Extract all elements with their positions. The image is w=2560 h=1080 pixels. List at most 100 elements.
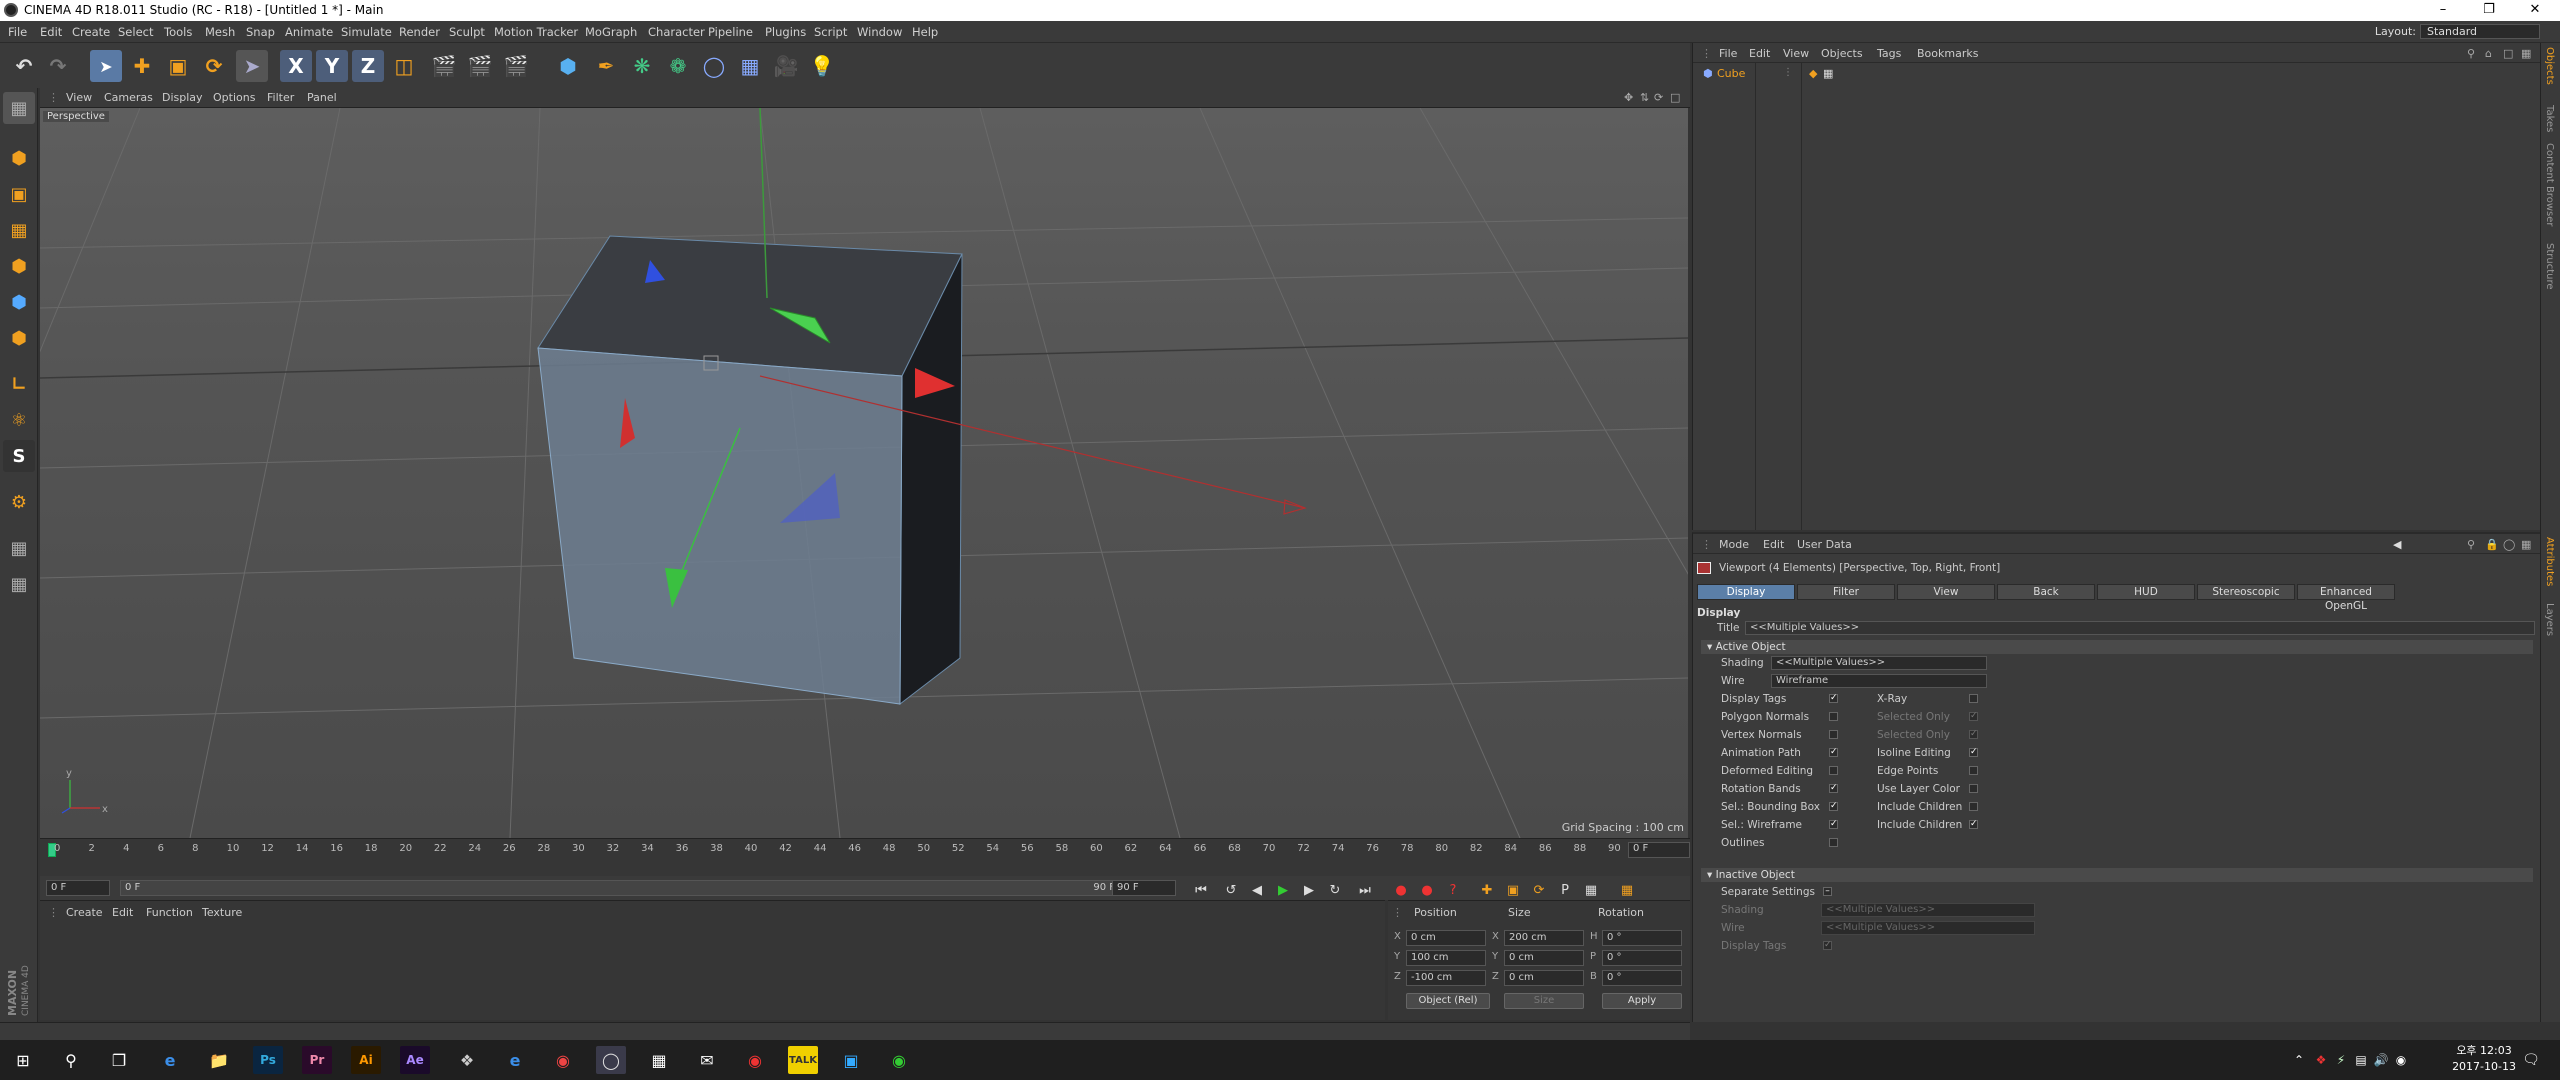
tab-enhanced-opengl[interactable]: Enhanced OpenGL	[2297, 584, 2395, 612]
menu-sculpt[interactable]: Sculpt	[449, 25, 485, 39]
autokeying-icon[interactable]: ●	[1416, 880, 1438, 900]
x-axis-lock-icon[interactable]: X	[280, 50, 312, 82]
axis-mode-icon[interactable]: ∟	[3, 368, 35, 400]
light-icon[interactable]: 💡	[806, 50, 838, 82]
kakaotalk-icon[interactable]: TALK	[788, 1046, 818, 1074]
position-x-field[interactable]: 0 cm	[1406, 930, 1486, 946]
app-bird-icon[interactable]: ❖	[452, 1046, 482, 1074]
recent-tool-icon[interactable]: ➤	[236, 50, 268, 82]
option-checkbox[interactable]	[1969, 694, 1978, 703]
shading-dropdown[interactable]: <<Multiple Values>>	[1771, 656, 1987, 670]
menu-tools[interactable]: Tools	[164, 25, 192, 39]
strip-tab-layers[interactable]: Layers	[2544, 603, 2555, 636]
option-checkbox[interactable]	[1829, 766, 1838, 775]
attribute-panel-icon[interactable]: ▦	[2521, 538, 2531, 551]
wire-dropdown[interactable]: Wireframe	[1771, 674, 1987, 688]
previous-key-icon[interactable]: ↺	[1220, 880, 1242, 900]
object-menu-edit[interactable]: Edit	[1749, 47, 1770, 60]
tab-stereoscopic[interactable]: Stereoscopic	[2197, 584, 2295, 600]
option-checkbox[interactable]: ✓	[1829, 694, 1838, 703]
object-panel-icon[interactable]: ▦	[2521, 47, 2531, 60]
texture-tag-icon[interactable]: ▦	[1823, 67, 1833, 80]
tab-view[interactable]: View	[1897, 584, 1995, 600]
material-menu-edit[interactable]: Edit	[112, 906, 133, 919]
menu-mesh[interactable]: Mesh	[205, 25, 235, 39]
record-active-objects-icon[interactable]: ●	[1390, 880, 1412, 900]
size-z-field[interactable]: 0 cm	[1504, 970, 1584, 986]
menu-window[interactable]: Window	[857, 25, 902, 39]
soft-selection-icon[interactable]: ⚙	[3, 486, 35, 518]
previous-frame-icon[interactable]: ◀	[1246, 880, 1268, 900]
menu-edit[interactable]: Edit	[40, 25, 62, 39]
inactive-wire-dropdown[interactable]: <<Multiple Values>>	[1821, 921, 2035, 935]
tab-filter[interactable]: Filter	[1797, 584, 1895, 600]
timeline-ruler[interactable]: 0 2 4 6 8 10 12 14 16 18 20 22 24 26 28 30 32 34 36 38 40 42 4…	[40, 838, 1690, 876]
title-field[interactable]: <<Multiple Values>>	[1745, 621, 2535, 635]
edge-browser-icon[interactable]: e	[155, 1046, 185, 1074]
close-button[interactable]: ✕	[2512, 0, 2558, 21]
record-parameter-icon[interactable]: P	[1554, 880, 1576, 900]
size-x-field[interactable]: 200 cm	[1504, 930, 1584, 946]
menu-plugins[interactable]: Plugins	[765, 25, 806, 39]
apply-button[interactable]: Apply	[1602, 993, 1682, 1009]
record-pla-icon[interactable]: ▦	[1580, 880, 1602, 900]
rotation-h-field[interactable]: 0 °	[1602, 930, 1682, 946]
object-new-view-icon[interactable]: □	[2503, 47, 2513, 60]
inactive-object-section[interactable]: ▾ Inactive Object	[1701, 868, 2533, 882]
move-icon[interactable]: ✚	[126, 50, 158, 82]
record-scale-icon[interactable]: ▣	[1502, 880, 1524, 900]
coordinate-system-icon[interactable]: ◫	[388, 50, 420, 82]
menu-mograph[interactable]: MoGraph	[585, 25, 637, 39]
wechat-icon[interactable]: ◉	[884, 1046, 914, 1074]
material-menu-create[interactable]: Create	[66, 906, 103, 919]
point-mode-icon[interactable]: ⬢	[3, 250, 35, 282]
option-checkbox[interactable]: ✓	[1969, 712, 1978, 721]
attribute-menu-edit[interactable]: Edit	[1763, 538, 1784, 551]
keyframe-selection-icon[interactable]: ?	[1442, 880, 1464, 900]
tab-hud[interactable]: HUD	[2097, 584, 2195, 600]
phong-tag-icon[interactable]: ◆	[1809, 67, 1817, 80]
start-windows-icon[interactable]: ⊞	[8, 1046, 38, 1074]
separate-settings-checkbox[interactable]: –	[1823, 887, 1832, 896]
strip-tab-structure[interactable]: Structure	[2544, 243, 2555, 290]
task-view-icon[interactable]: ❐	[104, 1046, 134, 1074]
menu-create[interactable]: Create	[72, 25, 110, 39]
option-checkbox[interactable]: ✓	[1969, 730, 1978, 739]
layout-selector[interactable]: Layout: Standard	[2375, 24, 2540, 39]
rotate-icon[interactable]: ⟳	[198, 50, 230, 82]
make-editable-icon[interactable]: ▦	[3, 92, 35, 124]
undo-icon[interactable]: ↶	[8, 50, 40, 82]
rotation-p-field[interactable]: 0 °	[1602, 950, 1682, 966]
option-checkbox[interactable]: ✓	[1829, 748, 1838, 757]
floor-icon[interactable]: ▦	[734, 50, 766, 82]
tab-display[interactable]: Display	[1697, 584, 1795, 600]
option-checkbox[interactable]	[1829, 712, 1838, 721]
inactive-display-tags-checkbox[interactable]: ✓	[1823, 941, 1832, 950]
position-y-field[interactable]: 100 cm	[1406, 950, 1486, 966]
edge-mode-icon[interactable]: ⬢	[3, 286, 35, 318]
material-menu-function[interactable]: Function	[146, 906, 193, 919]
active-object-section[interactable]: ▾ Active Object	[1701, 640, 2533, 654]
strip-tab-attributes[interactable]: Attributes	[2544, 537, 2555, 586]
current-frame-field[interactable]: 0 F	[1628, 842, 1690, 858]
menu-file[interactable]: File	[8, 25, 27, 39]
viewport-perspective[interactable]: y x Perspective Grid Spacing : 100 cm	[40, 108, 1688, 838]
polygon-mode-icon[interactable]: ⬢	[3, 322, 35, 354]
viewport-menu-display[interactable]: Display	[162, 91, 203, 104]
attribute-menu-mode[interactable]: Mode	[1719, 538, 1749, 551]
chrome-icon[interactable]: ◉	[548, 1046, 578, 1074]
menu-simulate[interactable]: Simulate	[341, 25, 392, 39]
search-icon[interactable]: ⚲	[56, 1046, 86, 1074]
attribute-back-icon[interactable]: ◀	[2393, 538, 2401, 551]
coordinate-mode-dropdown[interactable]: Object (Rel)	[1406, 993, 1490, 1009]
option-checkbox[interactable]	[1969, 766, 1978, 775]
texture-mode-icon[interactable]: ▣	[3, 178, 35, 210]
rotation-b-field[interactable]: 0 °	[1602, 970, 1682, 986]
play-icon[interactable]: ▶	[1272, 880, 1294, 900]
option-checkbox[interactable]	[1829, 838, 1838, 847]
viewport-menu-options[interactable]: Options	[213, 91, 255, 104]
workplane-mode-icon[interactable]: ▦	[3, 214, 35, 246]
size-mode-dropdown[interactable]: Size	[1504, 993, 1584, 1009]
tray-ime-icon[interactable]: ◉	[2386, 1046, 2416, 1074]
object-menu-objects[interactable]: Objects	[1821, 47, 1863, 60]
